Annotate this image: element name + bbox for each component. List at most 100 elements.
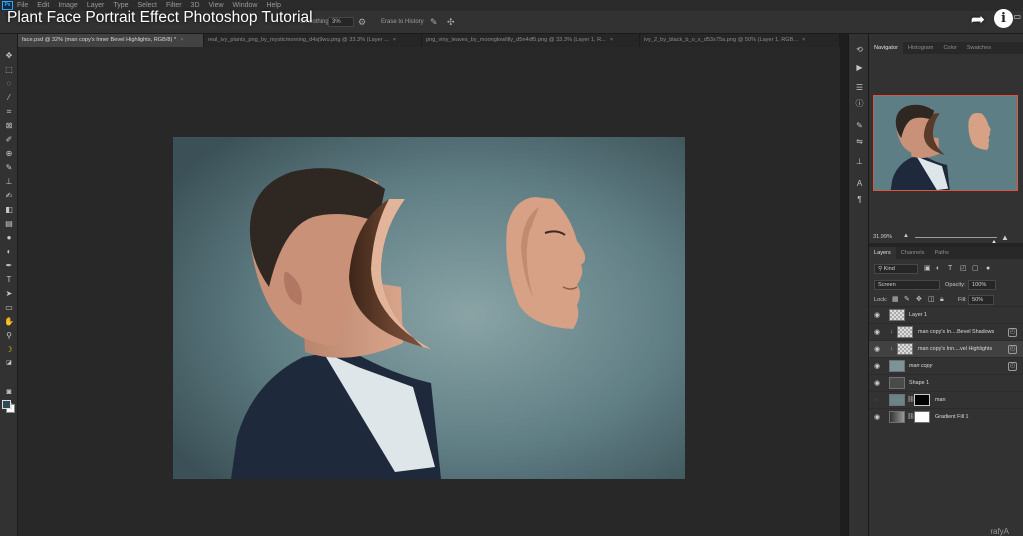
maximize-icon[interactable]: ▭ xyxy=(1013,12,1021,21)
clone-source-icon[interactable]: ⊥ xyxy=(853,156,866,167)
menu-help[interactable]: Help xyxy=(266,2,280,9)
lock-artboard-icon[interactable]: ◫ xyxy=(928,295,935,305)
zoom-in-icon[interactable]: ▲ xyxy=(1001,233,1009,242)
tab-color[interactable]: Color xyxy=(938,42,961,54)
filter-kind-select[interactable]: ⚲ Kind xyxy=(874,264,918,274)
tab-layers[interactable]: Layers xyxy=(869,247,896,259)
menu-window[interactable]: Window xyxy=(233,2,258,9)
frame-tool-icon[interactable]: ⊠ xyxy=(2,120,16,131)
visibility-eye-icon[interactable]: ◉ xyxy=(874,379,880,388)
foreground-color-swatch[interactable] xyxy=(2,400,11,409)
hand-tool-icon[interactable]: ✋ xyxy=(2,316,16,327)
filter-pixel-icon[interactable]: ▣ xyxy=(924,264,931,274)
lock-all-icon[interactable]: 🔒︎ xyxy=(940,295,944,305)
layer-row[interactable]: ◉ ⛓ Gradient Fill 1 xyxy=(869,408,1023,425)
tab-viny-leaves[interactable]: png_viny_leaves_by_moonglowlilly_d5n4df5… xyxy=(422,34,640,47)
menu-view[interactable]: View xyxy=(209,2,224,9)
visibility-eye-icon[interactable]: ◉ xyxy=(874,345,880,354)
tab-ivy-plants[interactable]: real_ivy_plants_png_by_mysticmorning_d4s… xyxy=(204,34,422,47)
dodge-tool-icon[interactable]: ◐ xyxy=(2,246,16,257)
hidden-eye-icon[interactable]: ▫ xyxy=(874,396,876,405)
marquee-tool-icon[interactable]: ⬚ xyxy=(2,64,16,75)
magic-wand-icon[interactable]: ⁄ xyxy=(2,92,16,103)
blend-mode-select[interactable]: Screen xyxy=(874,280,940,290)
layer-row[interactable]: ◉ ↓ man copy's In....Bevel Shadows ◰ xyxy=(869,323,1023,340)
document-canvas[interactable] xyxy=(173,137,685,479)
filter-smart-object-icon[interactable]: ▢ xyxy=(972,264,979,274)
quick-mask-icon[interactable]: ◙ xyxy=(2,386,16,397)
gear-icon[interactable]: ⚙ xyxy=(358,17,366,27)
lock-position-icon[interactable]: ✥ xyxy=(916,295,922,305)
layer-row[interactable]: ▫ ⛓ man xyxy=(869,391,1023,408)
close-icon[interactable]: × xyxy=(610,37,613,43)
share-icon[interactable]: ➦ xyxy=(971,10,985,30)
lasso-tool-icon[interactable]: ◌ xyxy=(2,78,16,89)
opacity-input[interactable]: 100% xyxy=(968,280,996,290)
healing-brush-icon[interactable]: ⊕ xyxy=(2,148,16,159)
tab-face-psd[interactable]: face.psd @ 32% (man copy's Inner Bevel H… xyxy=(18,34,204,47)
info-icon[interactable]: i xyxy=(994,9,1013,28)
visibility-eye-icon[interactable]: ◉ xyxy=(874,311,880,320)
close-icon[interactable]: × xyxy=(180,37,183,43)
tab-ivy-2[interactable]: ivy_2_by_black_b_o_x_d53s75a.png @ 50% (… xyxy=(640,34,840,47)
zoom-value[interactable]: 31.99% xyxy=(873,234,892,240)
visibility-eye-icon[interactable]: ◉ xyxy=(874,362,880,371)
menu-filter[interactable]: Filter xyxy=(166,2,182,9)
navigator-preview[interactable] xyxy=(873,95,1018,191)
tab-swatches[interactable]: Swatches xyxy=(962,42,996,54)
actions-play-icon[interactable]: ▶ xyxy=(853,62,866,73)
filter-adjustment-icon[interactable]: ◐ xyxy=(936,264,940,274)
type-tool-icon[interactable]: T xyxy=(2,274,16,285)
close-icon[interactable]: × xyxy=(802,37,805,43)
menu-3d[interactable]: 3D xyxy=(191,2,200,9)
symmetry-icon[interactable]: ✣ xyxy=(447,17,455,27)
rectangle-tool-icon[interactable]: ▭ xyxy=(2,302,16,313)
path-selection-icon[interactable]: ➤ xyxy=(2,288,16,299)
adjustments-icon[interactable]: ⇋ xyxy=(853,136,866,147)
eraser-tool-icon[interactable]: ◧ xyxy=(2,204,16,215)
layer-row[interactable]: ◉ Shape 1 xyxy=(869,374,1023,391)
move-tool-icon[interactable]: ✥ xyxy=(2,50,16,61)
visibility-eye-icon[interactable]: ◉ xyxy=(874,413,880,422)
tab-channels[interactable]: Channels xyxy=(896,247,930,259)
menu-edit[interactable]: Edit xyxy=(37,2,49,9)
clone-stamp-icon[interactable]: ⊥ xyxy=(2,176,16,187)
canvas-workspace[interactable] xyxy=(18,47,840,536)
smoothing-input[interactable]: 3% xyxy=(328,17,354,27)
pressure-icon[interactable]: ✎ xyxy=(430,17,438,27)
fill-input[interactable]: 50% xyxy=(968,295,994,305)
zoom-tool-icon[interactable]: ⚲ xyxy=(2,330,16,341)
visibility-eye-icon[interactable]: ◉ xyxy=(874,328,880,337)
menu-type[interactable]: Type xyxy=(113,2,128,9)
tab-paths[interactable]: Paths xyxy=(929,247,953,259)
menu-layer[interactable]: Layer xyxy=(87,2,105,9)
character-icon[interactable]: A xyxy=(853,178,866,189)
paragraph-icon[interactable]: ¶ xyxy=(853,194,866,205)
banana-icon[interactable]: ☽ xyxy=(2,344,16,355)
filter-toggle-icon[interactable]: ● xyxy=(986,264,990,274)
lock-transparent-icon[interactable]: ▦ xyxy=(892,295,899,305)
default-colors-icon[interactable]: ◪ xyxy=(2,358,16,369)
erase-to-history-label[interactable]: Erase to History xyxy=(381,19,424,25)
blur-tool-icon[interactable]: ● xyxy=(2,232,16,243)
filter-type-icon[interactable]: T xyxy=(948,264,952,274)
brush-tool-icon[interactable]: ✎ xyxy=(2,162,16,173)
lock-image-icon[interactable]: ✎ xyxy=(904,295,910,305)
pen-tool-icon[interactable]: ✒ xyxy=(2,260,16,271)
filter-shape-icon[interactable]: ◰ xyxy=(960,264,967,274)
tab-navigator[interactable]: Navigator xyxy=(869,42,903,54)
tab-histogram[interactable]: Histogram xyxy=(903,42,939,54)
crop-tool-icon[interactable]: ⌗ xyxy=(2,106,16,117)
gradient-tool-icon[interactable]: ▤ xyxy=(2,218,16,229)
menu-file[interactable]: File xyxy=(17,2,28,9)
layer-row[interactable]: ◉ Layer 1 xyxy=(869,306,1023,323)
properties-icon[interactable]: ☰ xyxy=(853,82,866,93)
close-icon[interactable]: × xyxy=(393,37,396,43)
menu-select[interactable]: Select xyxy=(138,2,157,9)
layer-row[interactable]: ◉ man copy ◰ xyxy=(869,357,1023,374)
info-panel-icon[interactable]: ⓘ xyxy=(853,98,866,109)
layer-row-selected[interactable]: ◉ ↓ man copy's Inn....vel Highlights ◰ xyxy=(869,340,1023,357)
zoom-out-icon[interactable]: ▲ xyxy=(903,233,909,239)
history-brush-icon[interactable]: ✍ xyxy=(2,190,16,201)
eyedropper-icon[interactable]: ✐ xyxy=(2,134,16,145)
